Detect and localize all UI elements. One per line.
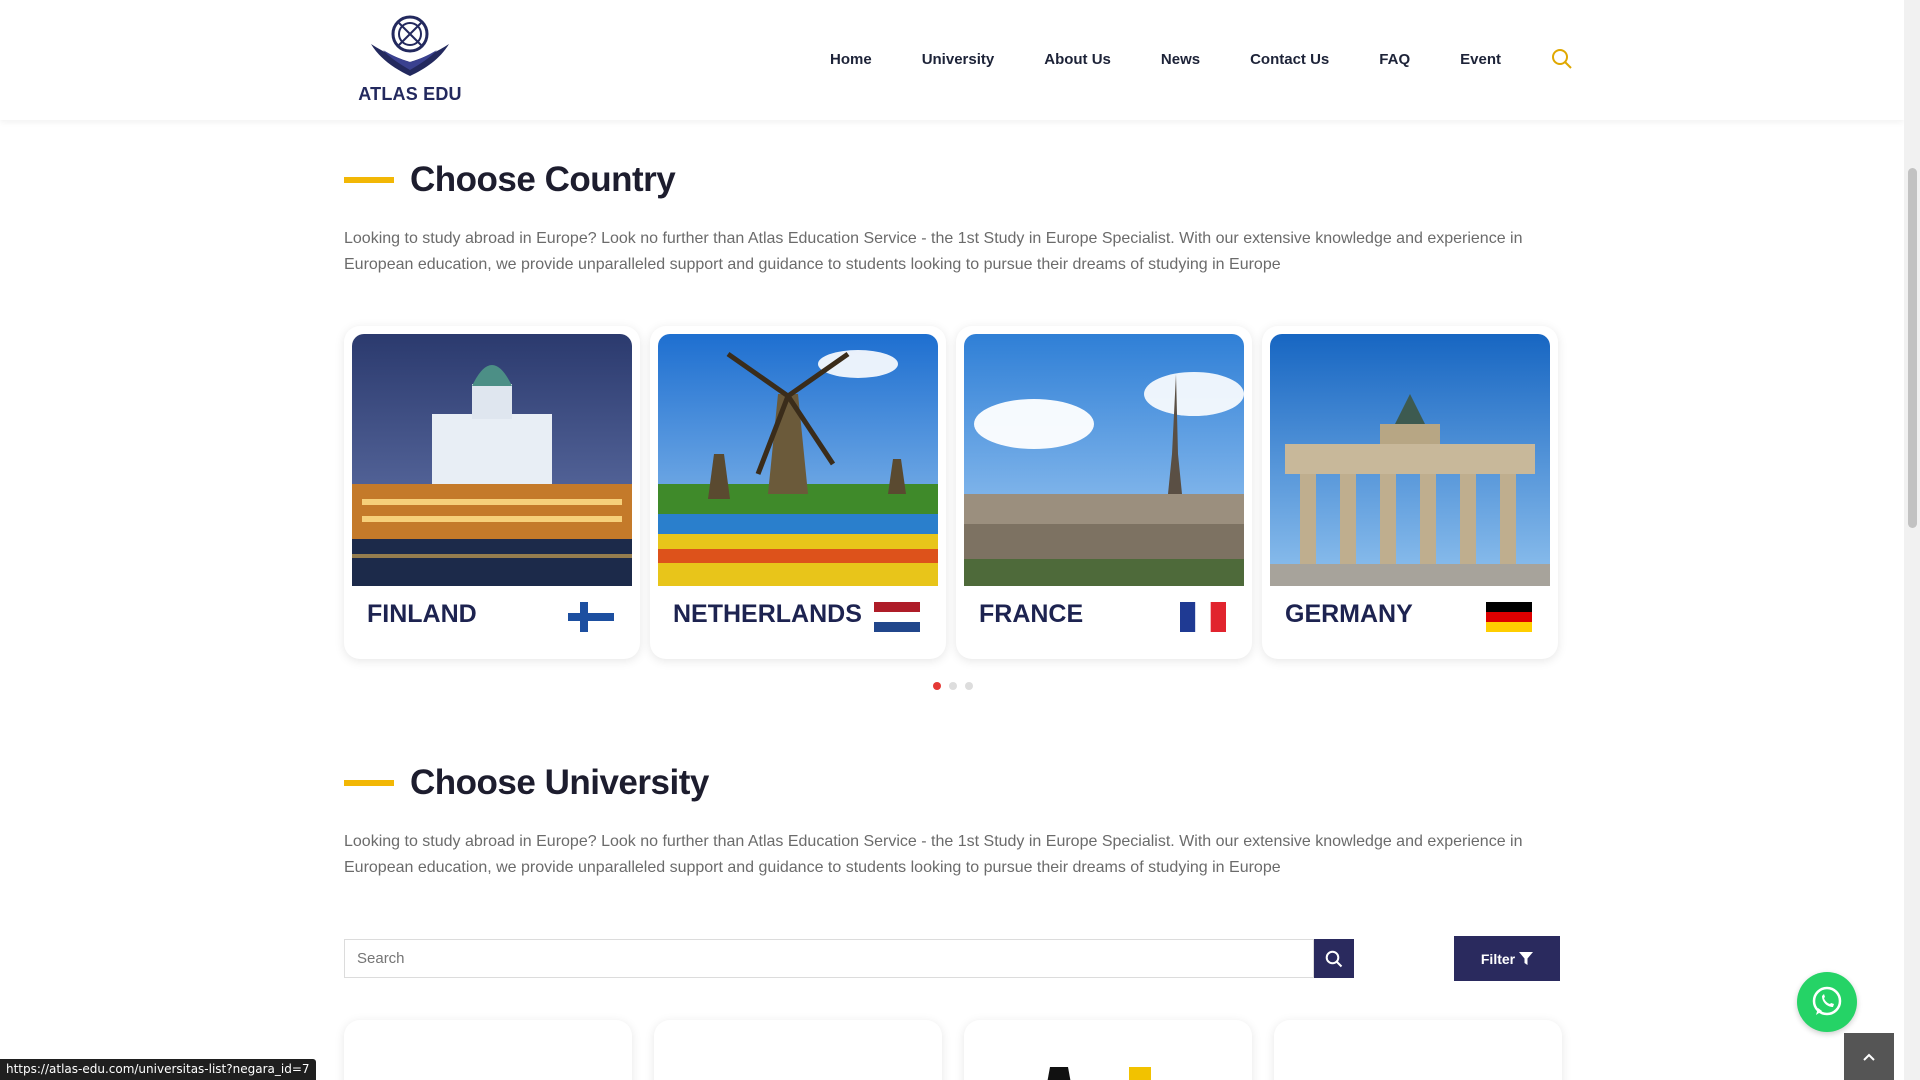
search-icon (1325, 950, 1343, 967)
country-heading: Choose Country (410, 160, 676, 199)
nav-university[interactable]: University (922, 51, 995, 68)
country-name-netherlands: NETHERLANDS (673, 600, 862, 628)
country-name-germany: GERMANY (1285, 600, 1413, 628)
country-card-finland[interactable]: FINLAND (344, 326, 640, 659)
country-card-germany[interactable]: GERMANY (1262, 326, 1558, 659)
title-accent-bar (344, 780, 394, 786)
country-card-netherlands[interactable]: NETHERLANDS (650, 326, 946, 659)
university-card-list (344, 1020, 1584, 1080)
title-accent-bar (344, 177, 394, 183)
university-card[interactable] (1274, 1020, 1562, 1080)
chevron-up-icon (1863, 1053, 1875, 1061)
whatsapp-button[interactable] (1797, 972, 1857, 1032)
university-logo-icon (1047, 1067, 1151, 1080)
scrollbar-thumb[interactable] (1908, 168, 1917, 528)
back-to-top-button[interactable] (1844, 1033, 1894, 1080)
filter-label: Filter (1480, 950, 1516, 967)
university-card[interactable] (964, 1020, 1252, 1080)
page-scrollbar[interactable] (1904, 0, 1920, 1080)
carousel-dot-2[interactable] (949, 682, 957, 690)
university-search-button[interactable] (1314, 939, 1354, 978)
whatsapp-icon (1812, 986, 1842, 1016)
nav-faq[interactable]: FAQ (1379, 51, 1410, 68)
brand-name: ATLAS EDU (358, 84, 462, 104)
carousel-dot-3[interactable] (965, 682, 973, 690)
university-card[interactable] (344, 1020, 632, 1080)
search-icon[interactable] (1551, 48, 1573, 70)
nav-home[interactable]: Home (830, 51, 872, 68)
finland-flag-icon (568, 602, 614, 632)
filter-button[interactable]: Filter (1454, 936, 1560, 981)
university-search-input[interactable] (345, 940, 1313, 977)
university-card[interactable] (654, 1020, 942, 1080)
logo-emblem-icon (371, 15, 449, 76)
nav-event[interactable]: Event (1460, 51, 1501, 68)
country-card-france[interactable]: FRANCE (956, 326, 1252, 659)
filter-funnel-icon (1519, 952, 1534, 965)
browser-status-url: https://atlas-edu.com/universitas-list?n… (0, 1059, 316, 1080)
carousel-dots (933, 682, 981, 690)
university-section-title: Choose University (344, 763, 709, 803)
country-carousel: FINLAND NETHERLANDS FRANCE GERMANY (344, 326, 1568, 659)
country-intro: Looking to study abroad in Europe? Look … (344, 230, 1523, 273)
nav-contact-us[interactable]: Contact Us (1250, 51, 1329, 68)
page: ATLAS EDU Home University About Us News … (0, 0, 1920, 1080)
country-section-title: Choose Country (344, 160, 676, 200)
nav-news[interactable]: News (1161, 51, 1200, 68)
site-header: ATLAS EDU Home University About Us News … (0, 0, 1904, 120)
germany-image (1270, 334, 1550, 586)
university-search-box (344, 939, 1314, 978)
country-name-finland: FINLAND (367, 600, 477, 628)
university-heading: Choose University (410, 763, 709, 802)
netherlands-flag-icon (874, 602, 920, 632)
country-name-france: FRANCE (979, 600, 1084, 628)
france-image (964, 334, 1244, 586)
finland-image (352, 334, 632, 586)
france-flag-icon (1180, 602, 1226, 632)
germany-flag-icon (1486, 602, 1532, 632)
university-intro: Looking to study abroad in Europe? Look … (344, 833, 1523, 876)
netherlands-image (658, 334, 938, 586)
nav-about-us[interactable]: About Us (1044, 51, 1111, 68)
main-nav: Home University About Us News Contact Us… (830, 48, 1573, 70)
carousel-dot-1[interactable] (933, 682, 941, 690)
brand-logo[interactable]: ATLAS EDU (355, 14, 465, 106)
